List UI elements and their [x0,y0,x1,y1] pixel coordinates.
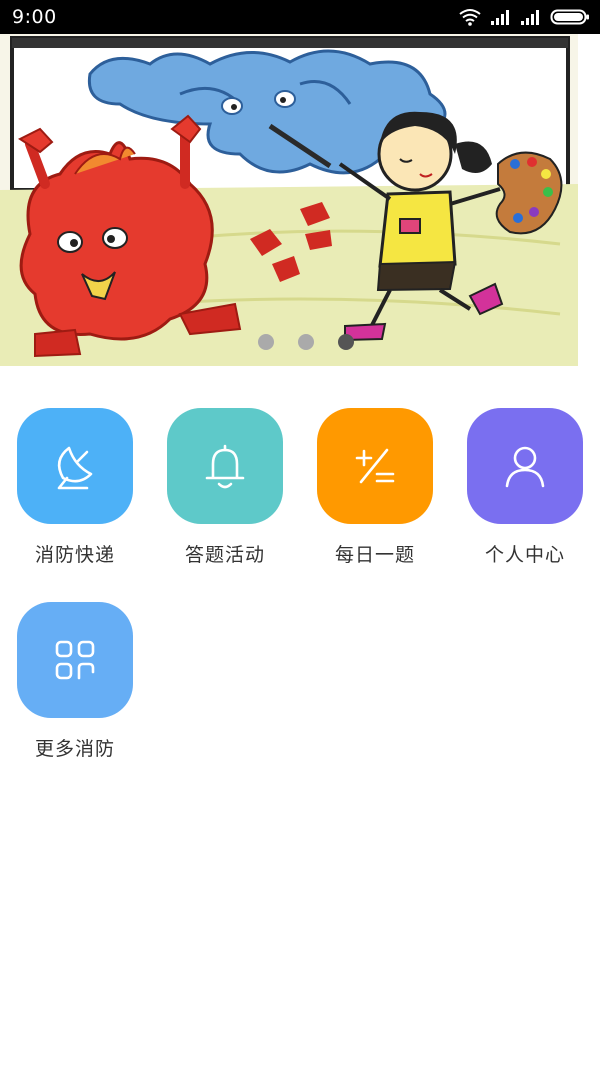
bell-icon [205,444,245,489]
cell-signal-2-icon [521,10,539,25]
carousel-dot[interactable] [258,334,274,350]
carousel-dot-active[interactable] [338,334,354,350]
person-icon [505,446,545,488]
menu-label: 个人中心 [484,544,565,566]
banner-carousel[interactable] [0,34,600,368]
status-time: 9:00 [12,6,57,28]
menu-label: 消防快递 [34,544,115,566]
fire-safety-cartoon-illustration [0,34,578,366]
menu-tile[interactable] [17,408,133,524]
wifi-icon [459,9,481,26]
carousel-dot[interactable] [298,334,314,350]
menu-item-personal-center[interactable]: 个人中心 [450,408,600,567]
battery-icon [550,9,589,25]
menu-item-more-fire[interactable]: 更多消防 [0,602,150,761]
carousel-indicator [258,334,354,350]
menu-label: 每日一题 [334,544,415,566]
menu-item-quiz-activity[interactable]: 答题活动 [150,408,300,567]
menu-item-daily-question[interactable]: 每日一题 [300,408,450,567]
menu-item-fire-express[interactable]: 消防快递 [0,408,150,567]
menu-tile[interactable] [167,408,283,524]
cell-signal-icon [491,10,509,25]
menu-tile[interactable] [467,408,583,524]
satellite-dish-icon [57,446,93,490]
menu-tile[interactable] [317,408,433,524]
grid-apps-icon [55,640,95,680]
menu-tile[interactable] [17,602,133,718]
menu-label: 答题活动 [184,544,265,566]
status-bar: 9:00 [0,0,600,34]
menu-label: 更多消防 [34,738,115,760]
plus-minus-equals-icon [355,448,395,484]
status-icons [458,8,590,26]
